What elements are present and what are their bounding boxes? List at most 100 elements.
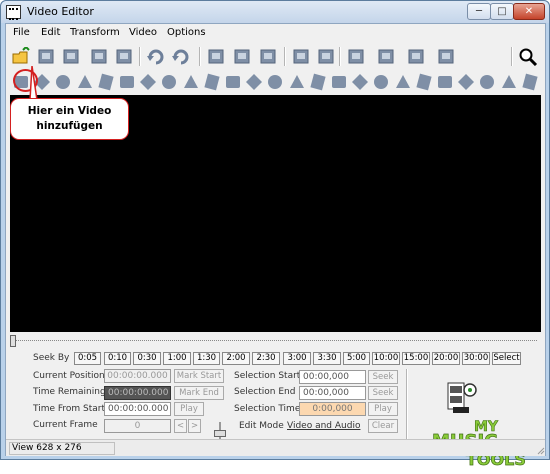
merge-icon[interactable] bbox=[291, 47, 311, 66]
current-frame-label: Current Frame bbox=[33, 420, 98, 430]
status-bar: View 628 x 276 bbox=[6, 439, 545, 456]
effect-21-icon[interactable] bbox=[435, 72, 455, 91]
seek-button-1-00[interactable]: 1:00 bbox=[163, 352, 191, 365]
effect-7-icon[interactable] bbox=[138, 72, 158, 91]
seek-button-30-00[interactable]: 30:00 bbox=[462, 352, 490, 365]
effect-10-icon[interactable] bbox=[202, 72, 222, 91]
effect-12-icon[interactable] bbox=[244, 72, 264, 91]
seek-button-0-30[interactable]: 0:30 bbox=[133, 352, 161, 365]
paste-icon[interactable] bbox=[114, 47, 134, 66]
current-position-label: Current Position bbox=[33, 371, 105, 381]
seek-button-3-00[interactable]: 3:00 bbox=[283, 352, 311, 365]
film-icon[interactable] bbox=[89, 47, 109, 66]
play-position-button[interactable]: Play bbox=[174, 402, 204, 416]
seek-button-1-30[interactable]: 1:30 bbox=[193, 352, 220, 365]
effect-4-icon[interactable] bbox=[75, 72, 95, 91]
cut-frame-icon[interactable] bbox=[232, 47, 252, 66]
resize-grip-icon[interactable] bbox=[537, 447, 545, 455]
maximize-button[interactable]: □ bbox=[490, 3, 514, 20]
selection-start-field[interactable]: 00:00,000 bbox=[299, 370, 366, 384]
text-effect-icon[interactable] bbox=[436, 47, 456, 66]
crop-icon[interactable] bbox=[346, 47, 366, 66]
my-music-tools-logo: MY MUSIC TOOLS bbox=[426, 381, 546, 471]
edit-mode-link[interactable]: Video and Audio bbox=[287, 421, 360, 431]
effect-5-icon[interactable] bbox=[96, 72, 116, 91]
toolbar-separator bbox=[199, 47, 201, 66]
toolbar-row-1 bbox=[6, 44, 545, 69]
minimize-button[interactable]: ─ bbox=[467, 3, 491, 20]
menu-file[interactable]: File bbox=[13, 27, 30, 38]
clear-button[interactable]: Clear bbox=[368, 419, 398, 433]
trim-icon[interactable] bbox=[316, 47, 336, 66]
effect-14-icon[interactable] bbox=[287, 72, 307, 91]
next-frame-button[interactable]: > bbox=[188, 419, 201, 433]
panel-divider bbox=[406, 369, 408, 439]
timeline-track bbox=[14, 340, 537, 342]
time-from-start-label: Time From Start bbox=[33, 404, 106, 414]
prev-frame-button[interactable]: < bbox=[174, 419, 187, 433]
timeline-thumb[interactable] bbox=[10, 335, 16, 347]
effect-6-icon[interactable] bbox=[117, 72, 137, 91]
seek-button-15-00[interactable]: 15:00 bbox=[402, 352, 430, 365]
seek-button-0-10[interactable]: 0:10 bbox=[104, 352, 131, 365]
effect-22-icon[interactable] bbox=[456, 72, 476, 91]
seek-button-20-00[interactable]: 20:00 bbox=[432, 352, 460, 365]
effect-8-icon[interactable] bbox=[159, 72, 179, 91]
resize-icon[interactable] bbox=[406, 47, 426, 66]
menu-bar: File Edit Transform Video Options bbox=[6, 24, 545, 42]
rotate-icon[interactable] bbox=[376, 47, 396, 66]
menu-transform[interactable]: Transform bbox=[70, 27, 120, 38]
current-frame-field[interactable]: 0 bbox=[104, 419, 171, 433]
effect-15-icon[interactable] bbox=[308, 72, 328, 91]
selection-end-field[interactable]: 00:00,000 bbox=[299, 386, 366, 400]
effect-20-icon[interactable] bbox=[414, 72, 434, 91]
effect-13-icon[interactable] bbox=[265, 72, 285, 91]
menu-video[interactable]: Video bbox=[129, 27, 157, 38]
selection-time-label: Selection Time bbox=[234, 404, 301, 414]
close-button[interactable]: ✕ bbox=[513, 3, 545, 20]
add-clip-icon[interactable] bbox=[36, 47, 56, 66]
redo-icon[interactable] bbox=[171, 47, 191, 66]
selection-end-label: Selection End bbox=[234, 387, 296, 397]
current-position-field: 00:00:00.000 bbox=[104, 369, 171, 383]
volume-knob[interactable] bbox=[214, 430, 226, 437]
mark-start-button[interactable]: Mark Start bbox=[174, 369, 224, 383]
seek-button-5-00[interactable]: 5:00 bbox=[343, 352, 370, 365]
seek-button-2-00[interactable]: 2:00 bbox=[222, 352, 250, 365]
open-file-icon[interactable] bbox=[11, 45, 31, 66]
seek-button-10-00[interactable]: 10:00 bbox=[372, 352, 400, 365]
view-size-status: View 628 x 276 bbox=[9, 442, 115, 455]
zoom-icon[interactable] bbox=[518, 47, 538, 67]
callout-line-2: hinzufügen bbox=[36, 120, 103, 132]
seek-button-select[interactable]: Select bbox=[492, 352, 521, 365]
effect-18-icon[interactable] bbox=[371, 72, 391, 91]
toolbar-separator bbox=[511, 47, 513, 66]
menu-options[interactable]: Options bbox=[167, 27, 206, 38]
effect-3-icon[interactable] bbox=[53, 72, 73, 91]
title-bar[interactable]: Video Editor ─ □ ✕ bbox=[1, 1, 549, 23]
seek-start-button[interactable]: Seek bbox=[368, 370, 398, 384]
play-selection-button[interactable]: Play bbox=[368, 402, 398, 416]
effect-19-icon[interactable] bbox=[393, 72, 413, 91]
effect-23-icon[interactable] bbox=[477, 72, 497, 91]
undo-icon[interactable] bbox=[146, 47, 166, 66]
timeline-slider[interactable] bbox=[6, 334, 545, 348]
mark-end-button[interactable]: Mark End bbox=[174, 386, 224, 400]
seek-button-2-30[interactable]: 2:30 bbox=[252, 352, 280, 365]
toolbar-row-2 bbox=[6, 69, 545, 94]
seek-by-label: Seek By bbox=[33, 353, 70, 363]
split-icon[interactable] bbox=[206, 47, 226, 66]
seek-button-0-05[interactable]: 0:05 bbox=[74, 352, 101, 365]
seek-button-3-30[interactable]: 3:30 bbox=[313, 352, 341, 365]
effect-25-icon[interactable] bbox=[520, 72, 540, 91]
effect-24-icon[interactable] bbox=[499, 72, 519, 91]
delete-icon[interactable] bbox=[258, 47, 278, 66]
copy-icon[interactable] bbox=[61, 47, 81, 66]
effect-9-icon[interactable] bbox=[181, 72, 201, 91]
selection-time-field: 0:00,000 bbox=[299, 402, 366, 416]
effect-16-icon[interactable] bbox=[329, 72, 349, 91]
seek-end-button[interactable]: Seek bbox=[368, 386, 398, 400]
effect-17-icon[interactable] bbox=[350, 72, 370, 91]
effect-11-icon[interactable] bbox=[223, 72, 243, 91]
menu-edit[interactable]: Edit bbox=[41, 27, 60, 38]
